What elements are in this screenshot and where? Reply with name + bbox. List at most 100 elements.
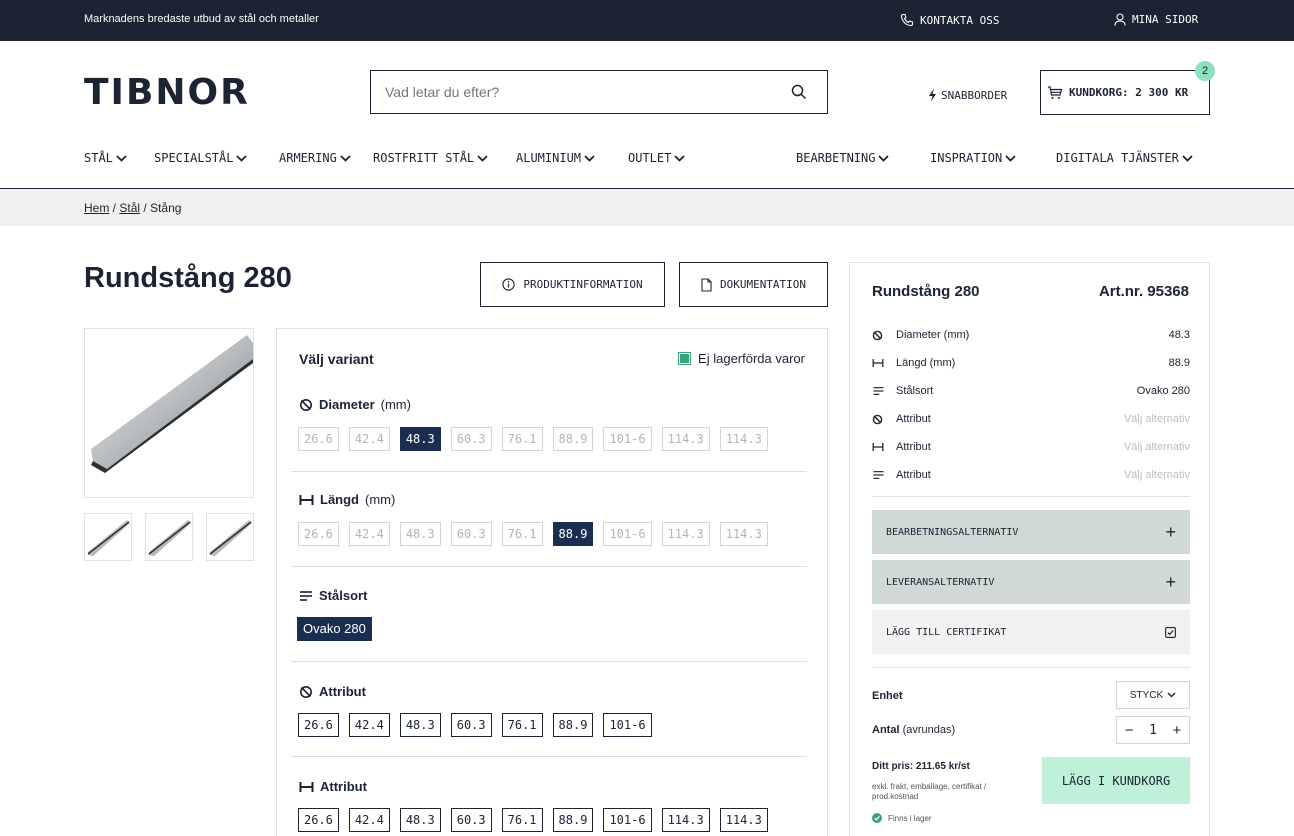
attr2-option[interactable]: 48.3 xyxy=(399,808,441,832)
plus-icon: + xyxy=(1165,571,1176,592)
search-input[interactable] xyxy=(371,71,771,113)
attr2-option[interactable]: 114.3 xyxy=(719,808,768,832)
length-option[interactable]: 114.3 xyxy=(719,522,768,546)
diameter-option[interactable]: 114.3 xyxy=(661,427,710,451)
attr1-option[interactable]: 76.1 xyxy=(501,713,543,737)
logo[interactable]: TIBNOR xyxy=(84,74,250,112)
attr1-option[interactable]: 88.9 xyxy=(552,713,594,737)
diameter-option[interactable]: 48.3 xyxy=(399,427,441,451)
top-bar: Marknadens bredaste utbud av stål och me… xyxy=(0,0,1294,41)
nav-item-3[interactable]: ROSTFRITT STÅL xyxy=(373,151,488,165)
lines-icon xyxy=(872,470,890,480)
diameter-option[interactable]: 101-6 xyxy=(603,427,652,451)
diameter-option[interactable]: 42.4 xyxy=(348,427,390,451)
quantity-decrease-button[interactable]: − xyxy=(1125,722,1134,739)
summary-row-label: Attribut xyxy=(896,413,931,425)
quantity-increase-button[interactable]: + xyxy=(1172,722,1181,739)
summary-row-label: Attribut xyxy=(896,469,931,481)
non-stock-checkbox[interactable] xyxy=(678,352,692,365)
summary-row: Attribut Välj alternativ xyxy=(872,411,1190,427)
breadcrumb-home[interactable]: Hem xyxy=(84,201,109,215)
summary-row-label: Attribut xyxy=(896,441,931,453)
attr1-option[interactable]: 42.4 xyxy=(348,713,390,737)
non-stock-label: Ej lagerförda varor xyxy=(698,351,805,366)
attr1-option[interactable]: 26.6 xyxy=(298,713,339,737)
processing-options-accordion[interactable]: BEARBETNINGSALTERNATIV + xyxy=(872,510,1190,554)
length-option[interactable]: 101-6 xyxy=(603,522,652,546)
diameter-icon xyxy=(872,330,890,341)
cart-button[interactable]: KUNDKORG: 2 300 KR 2 xyxy=(1040,61,1215,115)
attr2-option[interactable]: 88.9 xyxy=(552,808,594,832)
diameter-option[interactable]: 114.3 xyxy=(719,427,768,451)
attr2-option[interactable]: 114.3 xyxy=(661,808,710,832)
attribute1-options: 26.6 42.4 48.3 60.3 76.1 88.9 101-6 xyxy=(298,713,662,737)
divider xyxy=(291,661,807,662)
steel-option-selected[interactable]: Ovako 280 xyxy=(297,617,372,641)
summary-row-value: 88.9 xyxy=(1168,357,1190,369)
unit-select[interactable]: STYCK xyxy=(1116,681,1190,709)
my-pages-link[interactable]: MINA SIDOR xyxy=(1114,13,1198,26)
delivery-options-accordion[interactable]: LEVERANSALTERNATIV + xyxy=(872,560,1190,604)
attr2-option[interactable]: 26.6 xyxy=(298,808,339,832)
attr2-option[interactable]: 76.1 xyxy=(501,808,543,832)
nav-item-0[interactable]: STÅL xyxy=(84,151,127,165)
nav-item-label: OUTLET xyxy=(628,151,672,165)
diameter-option[interactable]: 26.6 xyxy=(298,427,339,451)
variant-panel: Välj variant Ej lagerförda varor Diamete… xyxy=(276,328,828,836)
chevron-down-icon xyxy=(1005,154,1016,162)
thumbnail-2[interactable] xyxy=(145,513,193,561)
diameter-option[interactable]: 76.1 xyxy=(501,427,543,451)
nav-item-1[interactable]: SPECIALSTÅL xyxy=(154,151,248,165)
documentation-label: DOKUMENTATION xyxy=(719,278,807,291)
length-option[interactable]: 48.3 xyxy=(399,522,441,546)
length-option[interactable]: 114.3 xyxy=(661,522,710,546)
lightning-icon xyxy=(928,88,937,102)
length-option[interactable]: 26.6 xyxy=(298,522,339,546)
diameter-icon xyxy=(872,414,890,425)
divider xyxy=(872,496,1190,497)
summary-row: Diameter (mm) 48.3 xyxy=(872,327,1190,343)
summary-row: Stålsort Ovako 280 xyxy=(872,383,1190,399)
length-option[interactable]: 88.9 xyxy=(552,522,594,546)
nav-item-6[interactable]: BEARBETNING xyxy=(796,151,890,165)
length-icon xyxy=(299,781,314,793)
search-icon[interactable] xyxy=(791,84,807,100)
attr1-option[interactable]: 60.3 xyxy=(450,713,492,737)
chevron-down-icon xyxy=(674,154,685,162)
chevron-down-icon xyxy=(878,154,890,162)
documentation-button[interactable]: DOKUMENTATION xyxy=(679,262,828,307)
nav-item-7[interactable]: INSPRATION xyxy=(930,151,1016,165)
nav-item-2[interactable]: ARMERING xyxy=(279,151,351,165)
add-certificate-row[interactable]: LÄGG TILL CERTIFIKAT xyxy=(872,610,1190,654)
contact-link[interactable]: KONTAKTA OSS xyxy=(900,13,999,27)
attr2-option[interactable]: 42.4 xyxy=(348,808,390,832)
attr1-option[interactable]: 101-6 xyxy=(603,713,652,737)
non-stock-filter[interactable]: Ej lagerförda varor xyxy=(678,351,805,366)
thumbnail-1[interactable] xyxy=(84,513,132,561)
add-to-cart-button[interactable]: LÄGG I KUNDKORG xyxy=(1042,757,1190,804)
attr1-option[interactable]: 48.3 xyxy=(399,713,441,737)
summary-row-label: Stålsort xyxy=(896,385,934,397)
product-info-button[interactable]: PRODUKTINFORMATION xyxy=(480,262,665,307)
quick-order-label: SNABBORDER xyxy=(941,88,1008,102)
breadcrumb-steel[interactable]: Stål xyxy=(119,201,140,215)
length-option[interactable]: 76.1 xyxy=(501,522,543,546)
breadcrumb: Hem / Stål / Stång xyxy=(84,201,181,215)
length-option[interactable]: 60.3 xyxy=(450,522,492,546)
product-image[interactable] xyxy=(84,328,254,498)
diameter-option[interactable]: 88.9 xyxy=(552,427,594,451)
length-option[interactable]: 42.4 xyxy=(348,522,390,546)
quick-order-link[interactable]: SNABBORDER xyxy=(928,88,1007,102)
length-group-label: Längd (mm) xyxy=(299,492,395,507)
thumbnail-3[interactable] xyxy=(206,513,254,561)
attr2-option[interactable]: 60.3 xyxy=(450,808,492,832)
phone-icon xyxy=(900,13,914,27)
attr2-option[interactable]: 101-6 xyxy=(603,808,652,832)
nav-item-8[interactable]: DIGITALA TJÄNSTER xyxy=(1056,151,1193,165)
nav-item-4[interactable]: ALUMINIUM xyxy=(516,151,595,165)
checkbox-icon[interactable] xyxy=(1165,626,1176,638)
quantity-value[interactable]: 1 xyxy=(1149,723,1157,738)
diameter-option[interactable]: 60.3 xyxy=(450,427,492,451)
nav-item-5[interactable]: OUTLET xyxy=(628,151,685,165)
diameter-unit: (mm) xyxy=(380,397,411,412)
